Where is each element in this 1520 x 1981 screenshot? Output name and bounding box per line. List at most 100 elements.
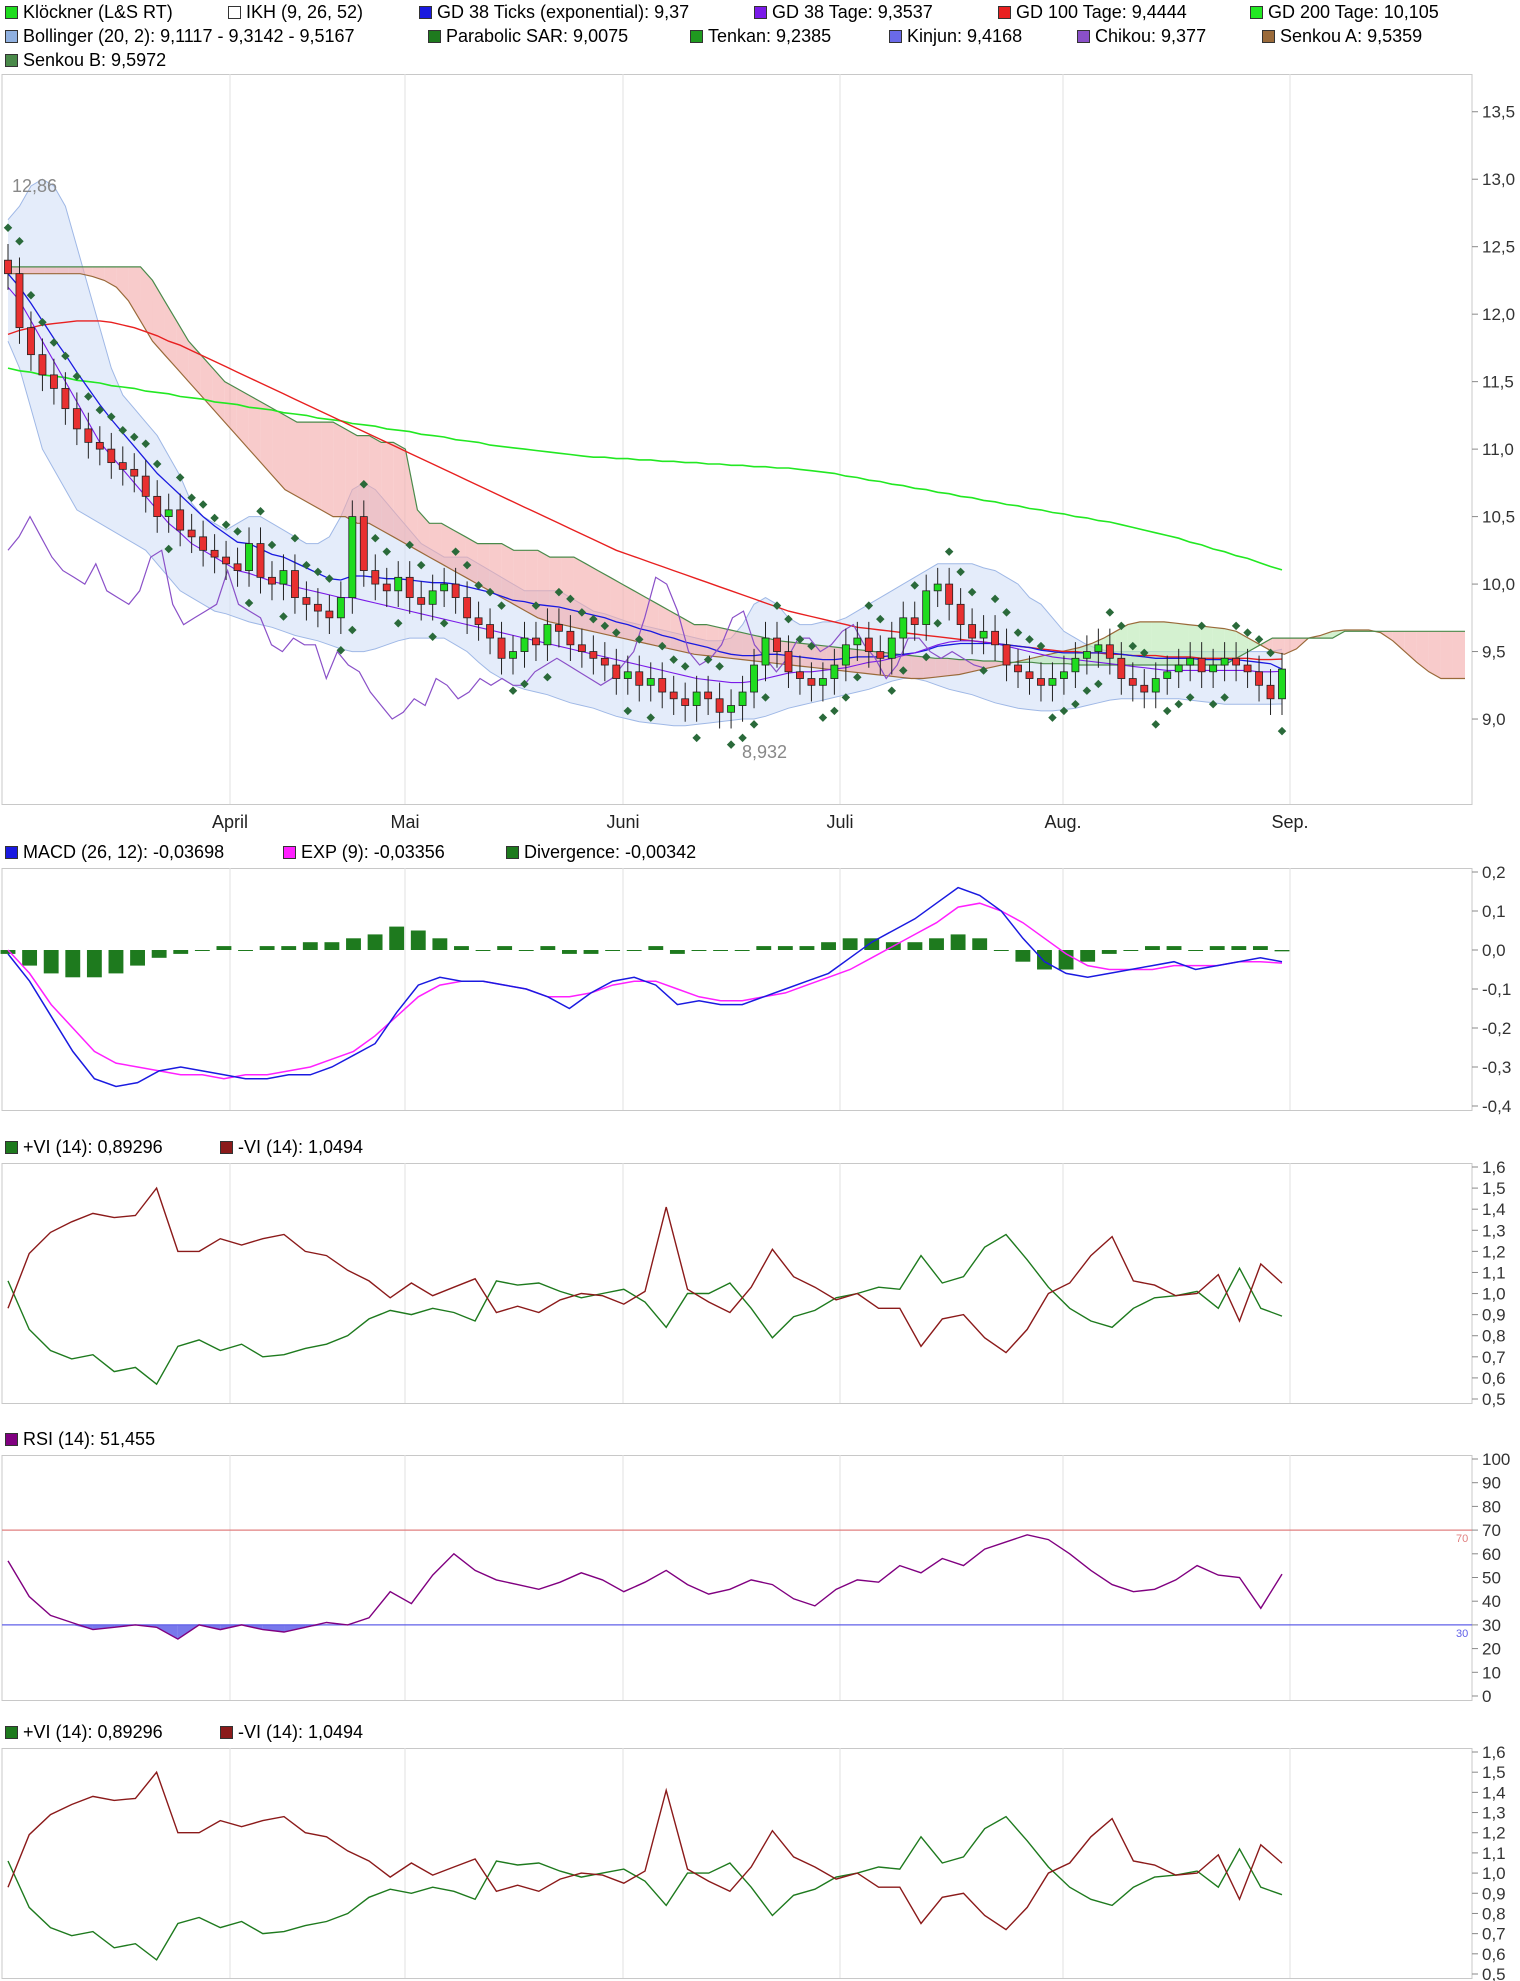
y-tick-label: -0,4 xyxy=(1482,1097,1511,1116)
rsi-threshold-label: 70 xyxy=(1456,1533,1468,1545)
candle-body xyxy=(658,678,667,693)
divergence-bar xyxy=(410,930,426,950)
divergence-bar xyxy=(929,938,944,950)
ichimoku-cloud-segment xyxy=(923,656,936,679)
candle-body xyxy=(646,678,655,686)
legend-label: Tenkan: 9,2385 xyxy=(708,26,832,46)
candle-body xyxy=(497,637,506,659)
legend-swatch xyxy=(5,29,18,43)
ichimoku-cloud-segment xyxy=(284,415,297,497)
candle-body xyxy=(313,603,322,612)
x-tick-label: Juli xyxy=(826,812,853,832)
candle-body xyxy=(1002,644,1011,666)
y-tick-label: 0,0 xyxy=(1482,941,1506,960)
y-tick-label: 1,0 xyxy=(1482,1285,1506,1304)
candle-body xyxy=(1186,657,1195,666)
legend-label: Klöckner (L&S RT) xyxy=(23,2,173,22)
y-tick-label: 60 xyxy=(1482,1545,1501,1564)
candle-body xyxy=(566,630,575,646)
candle-body xyxy=(784,651,793,673)
legend-swatch xyxy=(998,5,1011,19)
y-tick-label: 1,4 xyxy=(1482,1783,1506,1802)
candle-body xyxy=(509,651,517,659)
candle-body xyxy=(1163,671,1172,679)
legend-item: GD 38 Tage: 9,3537 xyxy=(754,0,933,24)
legend-label: GD 38 Ticks (exponential): 9,37 xyxy=(437,2,690,22)
ichimoku-cloud-segment xyxy=(1428,631,1441,679)
divergence-bar xyxy=(734,950,750,951)
legend-label: Senkou A: 9,5359 xyxy=(1280,26,1423,46)
candle-body xyxy=(738,691,747,706)
candle-body xyxy=(623,671,632,679)
divergence-bar xyxy=(1101,950,1117,954)
candle-body xyxy=(864,637,873,652)
divergence-bar xyxy=(1274,950,1290,952)
ichimoku-cloud-segment xyxy=(694,624,707,656)
price-annotation: 8,932 xyxy=(742,742,787,762)
candle-body xyxy=(302,597,311,605)
ichimoku-cloud-segment xyxy=(296,422,310,504)
candle-body xyxy=(1243,664,1252,673)
ichimoku-cloud-segment xyxy=(1440,631,1453,679)
candle-body xyxy=(107,448,116,464)
ichimoku-cloud-segment xyxy=(68,266,81,274)
divergence-bar xyxy=(1252,946,1268,950)
ichimoku-cloud-segment xyxy=(56,266,69,274)
ichimoku-cloud-segment xyxy=(935,658,948,678)
legend-label: GD 200 Tage: 10,105 xyxy=(1268,2,1439,22)
candle-body xyxy=(394,576,403,592)
divergence-bar xyxy=(1145,946,1160,950)
ichimoku-cloud-segment xyxy=(947,658,960,676)
legend-swatch xyxy=(220,1140,233,1154)
price-legend: Klöckner (L&S RT) IKH (9, 26, 52) GD 38 … xyxy=(0,0,1520,72)
divergence-bar xyxy=(1123,950,1139,951)
candle-body xyxy=(853,637,862,646)
y-tick-label: 1,3 xyxy=(1482,1221,1506,1240)
ichimoku-cloud-segment xyxy=(333,422,346,517)
y-tick-label: 0 xyxy=(1482,1687,1491,1706)
ichimoku-cloud-segment xyxy=(790,642,803,667)
macd-chart: 0,2 0,1 0,0 -0,1 -0,2 -0,3 -0,4 xyxy=(0,863,1511,1116)
candle-body xyxy=(405,576,414,598)
candle-body xyxy=(577,644,586,652)
legend-swatch xyxy=(5,1432,18,1446)
ichimoku-cloud-segment xyxy=(309,422,322,510)
divergence-bar xyxy=(799,946,815,950)
ichimoku-cloud-segment xyxy=(622,584,635,641)
legend-item: +VI (14): 0,89296 xyxy=(5,1135,163,1159)
candle-body xyxy=(681,698,690,706)
legend-label: Parabolic SAR: 9,0075 xyxy=(446,26,629,46)
legend-item: IKH (9, 26, 52) xyxy=(228,0,363,24)
legend-swatch xyxy=(228,5,241,19)
candle-body xyxy=(153,495,162,517)
legend-swatch xyxy=(506,845,519,859)
candle-body xyxy=(210,549,219,558)
legend-item: -VI (14): 1,0494 xyxy=(220,1135,363,1159)
candle-body xyxy=(1128,678,1137,686)
candle-body xyxy=(910,617,919,625)
candle-body xyxy=(1278,668,1286,700)
y-tick-label: 10 xyxy=(1482,1663,1501,1682)
divergence-bar xyxy=(691,950,707,951)
y-tick-label: 9,0 xyxy=(1482,710,1506,729)
divergence-bar xyxy=(65,950,81,978)
y-tick-label: 1,5 xyxy=(1482,1179,1506,1198)
ichimoku-cloud-segment xyxy=(32,266,45,274)
candle-body xyxy=(382,583,391,592)
candle-body xyxy=(15,273,24,329)
legend-label: -VI (14): 1,0494 xyxy=(238,1137,364,1157)
divergence-bar xyxy=(432,938,448,950)
legend-label: GD 100 Tage: 9,4444 xyxy=(1016,2,1187,22)
divergence-bar xyxy=(367,934,383,950)
x-tick-label: Mai xyxy=(390,812,419,832)
divergence-bar xyxy=(497,946,513,950)
legend-label: Senkou B: 9,5972 xyxy=(23,50,167,70)
divergence-bar xyxy=(238,950,253,951)
candle-body xyxy=(1082,651,1091,659)
divergence-bar xyxy=(756,946,772,950)
divergence-bar xyxy=(281,946,297,950)
candle-body xyxy=(451,583,460,598)
y-tick-label: 0,6 xyxy=(1482,1369,1506,1388)
y-tick-label: 0,5 xyxy=(1482,1390,1506,1409)
candle-body xyxy=(520,637,529,652)
